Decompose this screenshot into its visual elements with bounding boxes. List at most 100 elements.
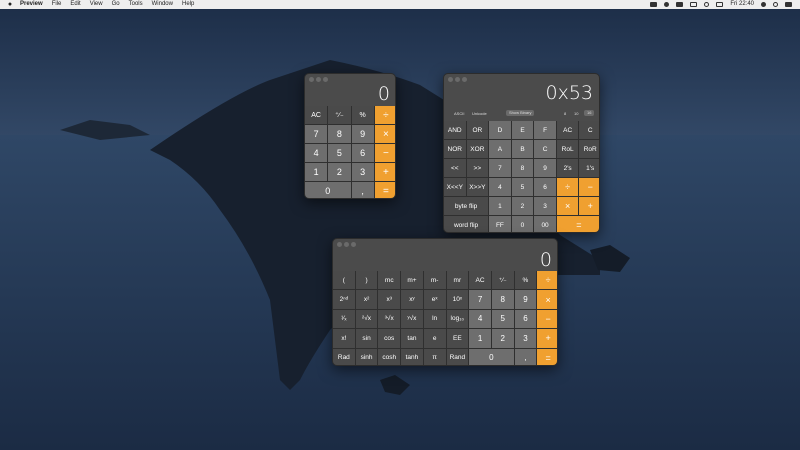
- key-key-29[interactable]: −: [537, 309, 557, 329]
- key-key-7[interactable]: ×: [374, 125, 395, 143]
- key-6[interactable]: 6: [514, 309, 537, 329]
- key-word-flip[interactable]: word flip: [444, 216, 489, 232]
- key-key-9[interactable]: ÷: [537, 271, 557, 290]
- key-rol[interactable]: RoL: [556, 140, 579, 158]
- zoom-window-button[interactable]: [351, 242, 356, 247]
- key-7[interactable]: 7: [489, 159, 511, 177]
- key-e[interactable]: E: [511, 121, 534, 139]
- key-x[interactable]: ³√x: [378, 309, 401, 329]
- key-key-27[interactable]: −: [579, 178, 599, 196]
- key-key-8[interactable]: %: [514, 271, 537, 290]
- key-9[interactable]: 9: [351, 125, 374, 143]
- key-7[interactable]: 7: [469, 290, 491, 309]
- key-6[interactable]: 6: [351, 144, 374, 162]
- key-3[interactable]: 3: [534, 197, 556, 215]
- key-x-y[interactable]: X>>Y: [466, 178, 489, 196]
- key-log[interactable]: log₁₀: [446, 309, 469, 329]
- menu-list-icon[interactable]: [785, 2, 792, 7]
- key-rad[interactable]: Rad: [333, 348, 355, 365]
- key-e[interactable]: eˣ: [423, 290, 446, 309]
- key-nor[interactable]: NOR: [444, 140, 466, 158]
- key-3[interactable]: 3: [514, 329, 537, 348]
- key-m[interactable]: m+: [401, 271, 423, 290]
- key-ln[interactable]: ln: [423, 309, 446, 329]
- key-9[interactable]: 9: [534, 159, 556, 177]
- key-x[interactable]: x²: [355, 290, 378, 309]
- key-key-44[interactable]: π: [423, 348, 446, 365]
- ascii-mode-button[interactable]: ASCII: [454, 111, 464, 116]
- key-key-47[interactable]: ,: [514, 348, 537, 365]
- key-m[interactable]: m-: [423, 271, 446, 290]
- menu-edit[interactable]: Edit: [70, 0, 80, 9]
- zoom-window-button[interactable]: [462, 77, 467, 82]
- key-cos[interactable]: cos: [378, 329, 401, 348]
- minimize-window-button[interactable]: [344, 242, 349, 247]
- key-x[interactable]: x³: [378, 290, 401, 309]
- menu-go[interactable]: Go: [112, 0, 120, 9]
- key-or[interactable]: OR: [466, 121, 489, 139]
- menu-app-name[interactable]: Preview: [20, 0, 43, 9]
- key-tan[interactable]: tan: [401, 329, 423, 348]
- minimize-window-button[interactable]: [316, 77, 321, 82]
- key-8[interactable]: 8: [328, 125, 351, 143]
- key-key-15[interactable]: >>: [466, 159, 489, 177]
- key-8[interactable]: 8: [511, 159, 534, 177]
- key-tanh[interactable]: tanh: [401, 348, 423, 365]
- key-x[interactable]: ²√x: [355, 309, 378, 329]
- key-sin[interactable]: sin: [355, 329, 378, 348]
- key-key-1[interactable]: ): [355, 271, 378, 290]
- key-0[interactable]: 0: [511, 216, 534, 232]
- key-2[interactable]: 2: [511, 197, 534, 215]
- key-5[interactable]: 5: [491, 309, 514, 329]
- base-16-button[interactable]: 16: [584, 110, 595, 116]
- key-ff[interactable]: FF: [489, 216, 511, 232]
- key-ror[interactable]: RoR: [579, 140, 599, 158]
- title-bar[interactable]: [333, 239, 557, 249]
- key-6[interactable]: 6: [534, 178, 556, 196]
- key-mr[interactable]: mr: [446, 271, 469, 290]
- key-key-39[interactable]: +: [537, 329, 557, 348]
- menu-tools[interactable]: Tools: [129, 0, 143, 9]
- key-10[interactable]: 10ˣ: [446, 290, 469, 309]
- key-key-15[interactable]: +: [374, 163, 395, 181]
- key-key-33[interactable]: +: [579, 197, 599, 215]
- key-key-20[interactable]: ¹⁄ₓ: [333, 309, 355, 329]
- key-key-18[interactable]: =: [374, 182, 395, 198]
- menu-window[interactable]: Window: [152, 0, 173, 9]
- key-4[interactable]: 4: [469, 309, 491, 329]
- key-rand[interactable]: Rand: [446, 348, 469, 365]
- menu-file[interactable]: File: [52, 0, 62, 9]
- key-key-14[interactable]: <<: [444, 159, 466, 177]
- key-cosh[interactable]: cosh: [378, 348, 401, 365]
- key-5[interactable]: 5: [328, 144, 351, 162]
- key-and[interactable]: AND: [444, 121, 466, 139]
- key-2[interactable]: 2: [328, 163, 351, 181]
- key-d[interactable]: D: [489, 121, 511, 139]
- key-x-y[interactable]: X<<Y: [444, 178, 466, 196]
- key-c[interactable]: C: [579, 121, 599, 139]
- key-key-48[interactable]: =: [537, 348, 557, 365]
- key-b[interactable]: B: [511, 140, 534, 158]
- close-window-button[interactable]: [337, 242, 342, 247]
- menu-help[interactable]: Help: [182, 0, 194, 9]
- key-00[interactable]: 00: [534, 216, 556, 232]
- key-x[interactable]: xʸ: [401, 290, 423, 309]
- key-c[interactable]: C: [534, 140, 556, 158]
- key-key-2[interactable]: %: [351, 106, 374, 124]
- key-ac[interactable]: AC: [556, 121, 579, 139]
- key-4[interactable]: 4: [305, 144, 328, 162]
- base-8-button[interactable]: 8: [564, 111, 566, 116]
- menubar-clock[interactable]: Fri 22:40: [730, 0, 754, 9]
- close-window-button[interactable]: [309, 77, 314, 82]
- key-sinh[interactable]: sinh: [355, 348, 378, 365]
- menu-view[interactable]: View: [90, 0, 103, 9]
- key-9[interactable]: 9: [514, 290, 537, 309]
- key-x[interactable]: x!: [333, 329, 355, 348]
- key-ac[interactable]: AC: [469, 271, 491, 290]
- key-2[interactable]: 2ⁿᵈ: [333, 290, 355, 309]
- bluetooth-icon[interactable]: [664, 2, 670, 7]
- key-key-1[interactable]: ⁺∕₋: [328, 106, 351, 124]
- key-5[interactable]: 5: [511, 178, 534, 196]
- key-key-11[interactable]: −: [374, 144, 395, 162]
- key-8[interactable]: 8: [491, 290, 514, 309]
